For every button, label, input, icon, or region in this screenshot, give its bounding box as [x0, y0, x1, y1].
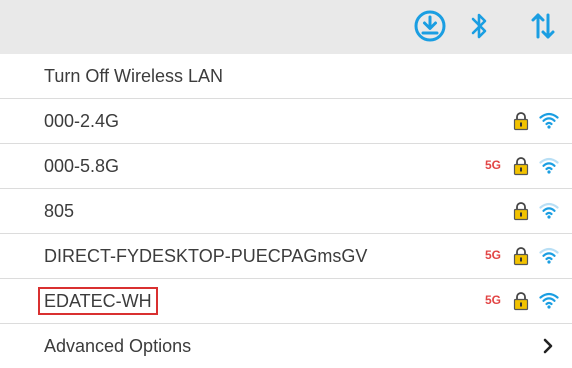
wifi-strong-icon [539, 111, 559, 129]
network-item[interactable]: EDATEC-WH 5G [0, 279, 572, 324]
wifi-weak-icon [539, 156, 559, 174]
band-5g-badge: 5G [485, 293, 502, 307]
bluetooth-icon[interactable] [468, 8, 492, 44]
band-5g-badge: 5G [485, 158, 502, 172]
lock-icon [513, 156, 529, 176]
wifi-strong-icon [539, 291, 559, 309]
network-ssid: DIRECT-FYDESKTOP-PUECPAGmsGV [44, 246, 368, 266]
network-item[interactable]: 805 [0, 189, 572, 234]
top-bar [0, 0, 572, 55]
chevron-right-icon [541, 337, 555, 355]
wifi-weak-icon [539, 246, 559, 264]
advanced-options-item[interactable]: Advanced Options [0, 324, 572, 368]
advanced-options-label: Advanced Options [44, 336, 192, 356]
network-ssid: EDATEC-WH [38, 287, 158, 315]
wifi-weak-icon [539, 201, 559, 219]
up-down-arrows-icon[interactable] [528, 8, 558, 44]
network-item[interactable]: 000-2.4G [0, 99, 572, 144]
lock-icon [513, 111, 529, 131]
lock-icon [513, 201, 529, 221]
lock-icon [513, 291, 529, 311]
network-ssid: 000-2.4G [44, 111, 120, 131]
turn-off-wireless-item[interactable]: Turn Off Wireless LAN [0, 54, 572, 99]
lock-icon [513, 246, 529, 266]
network-ssid: 000-5.8G [44, 156, 120, 176]
band-5g-badge: 5G [485, 248, 502, 262]
turn-off-wireless-label: Turn Off Wireless LAN [44, 66, 224, 86]
wifi-menu: Turn Off Wireless LAN 000-2.4G 000-5.8G … [0, 54, 572, 368]
network-ssid: 805 [44, 201, 75, 221]
network-item[interactable]: DIRECT-FYDESKTOP-PUECPAGmsGV 5G [0, 234, 572, 279]
network-item[interactable]: 000-5.8G 5G [0, 144, 572, 189]
download-circle-icon[interactable] [412, 8, 448, 44]
